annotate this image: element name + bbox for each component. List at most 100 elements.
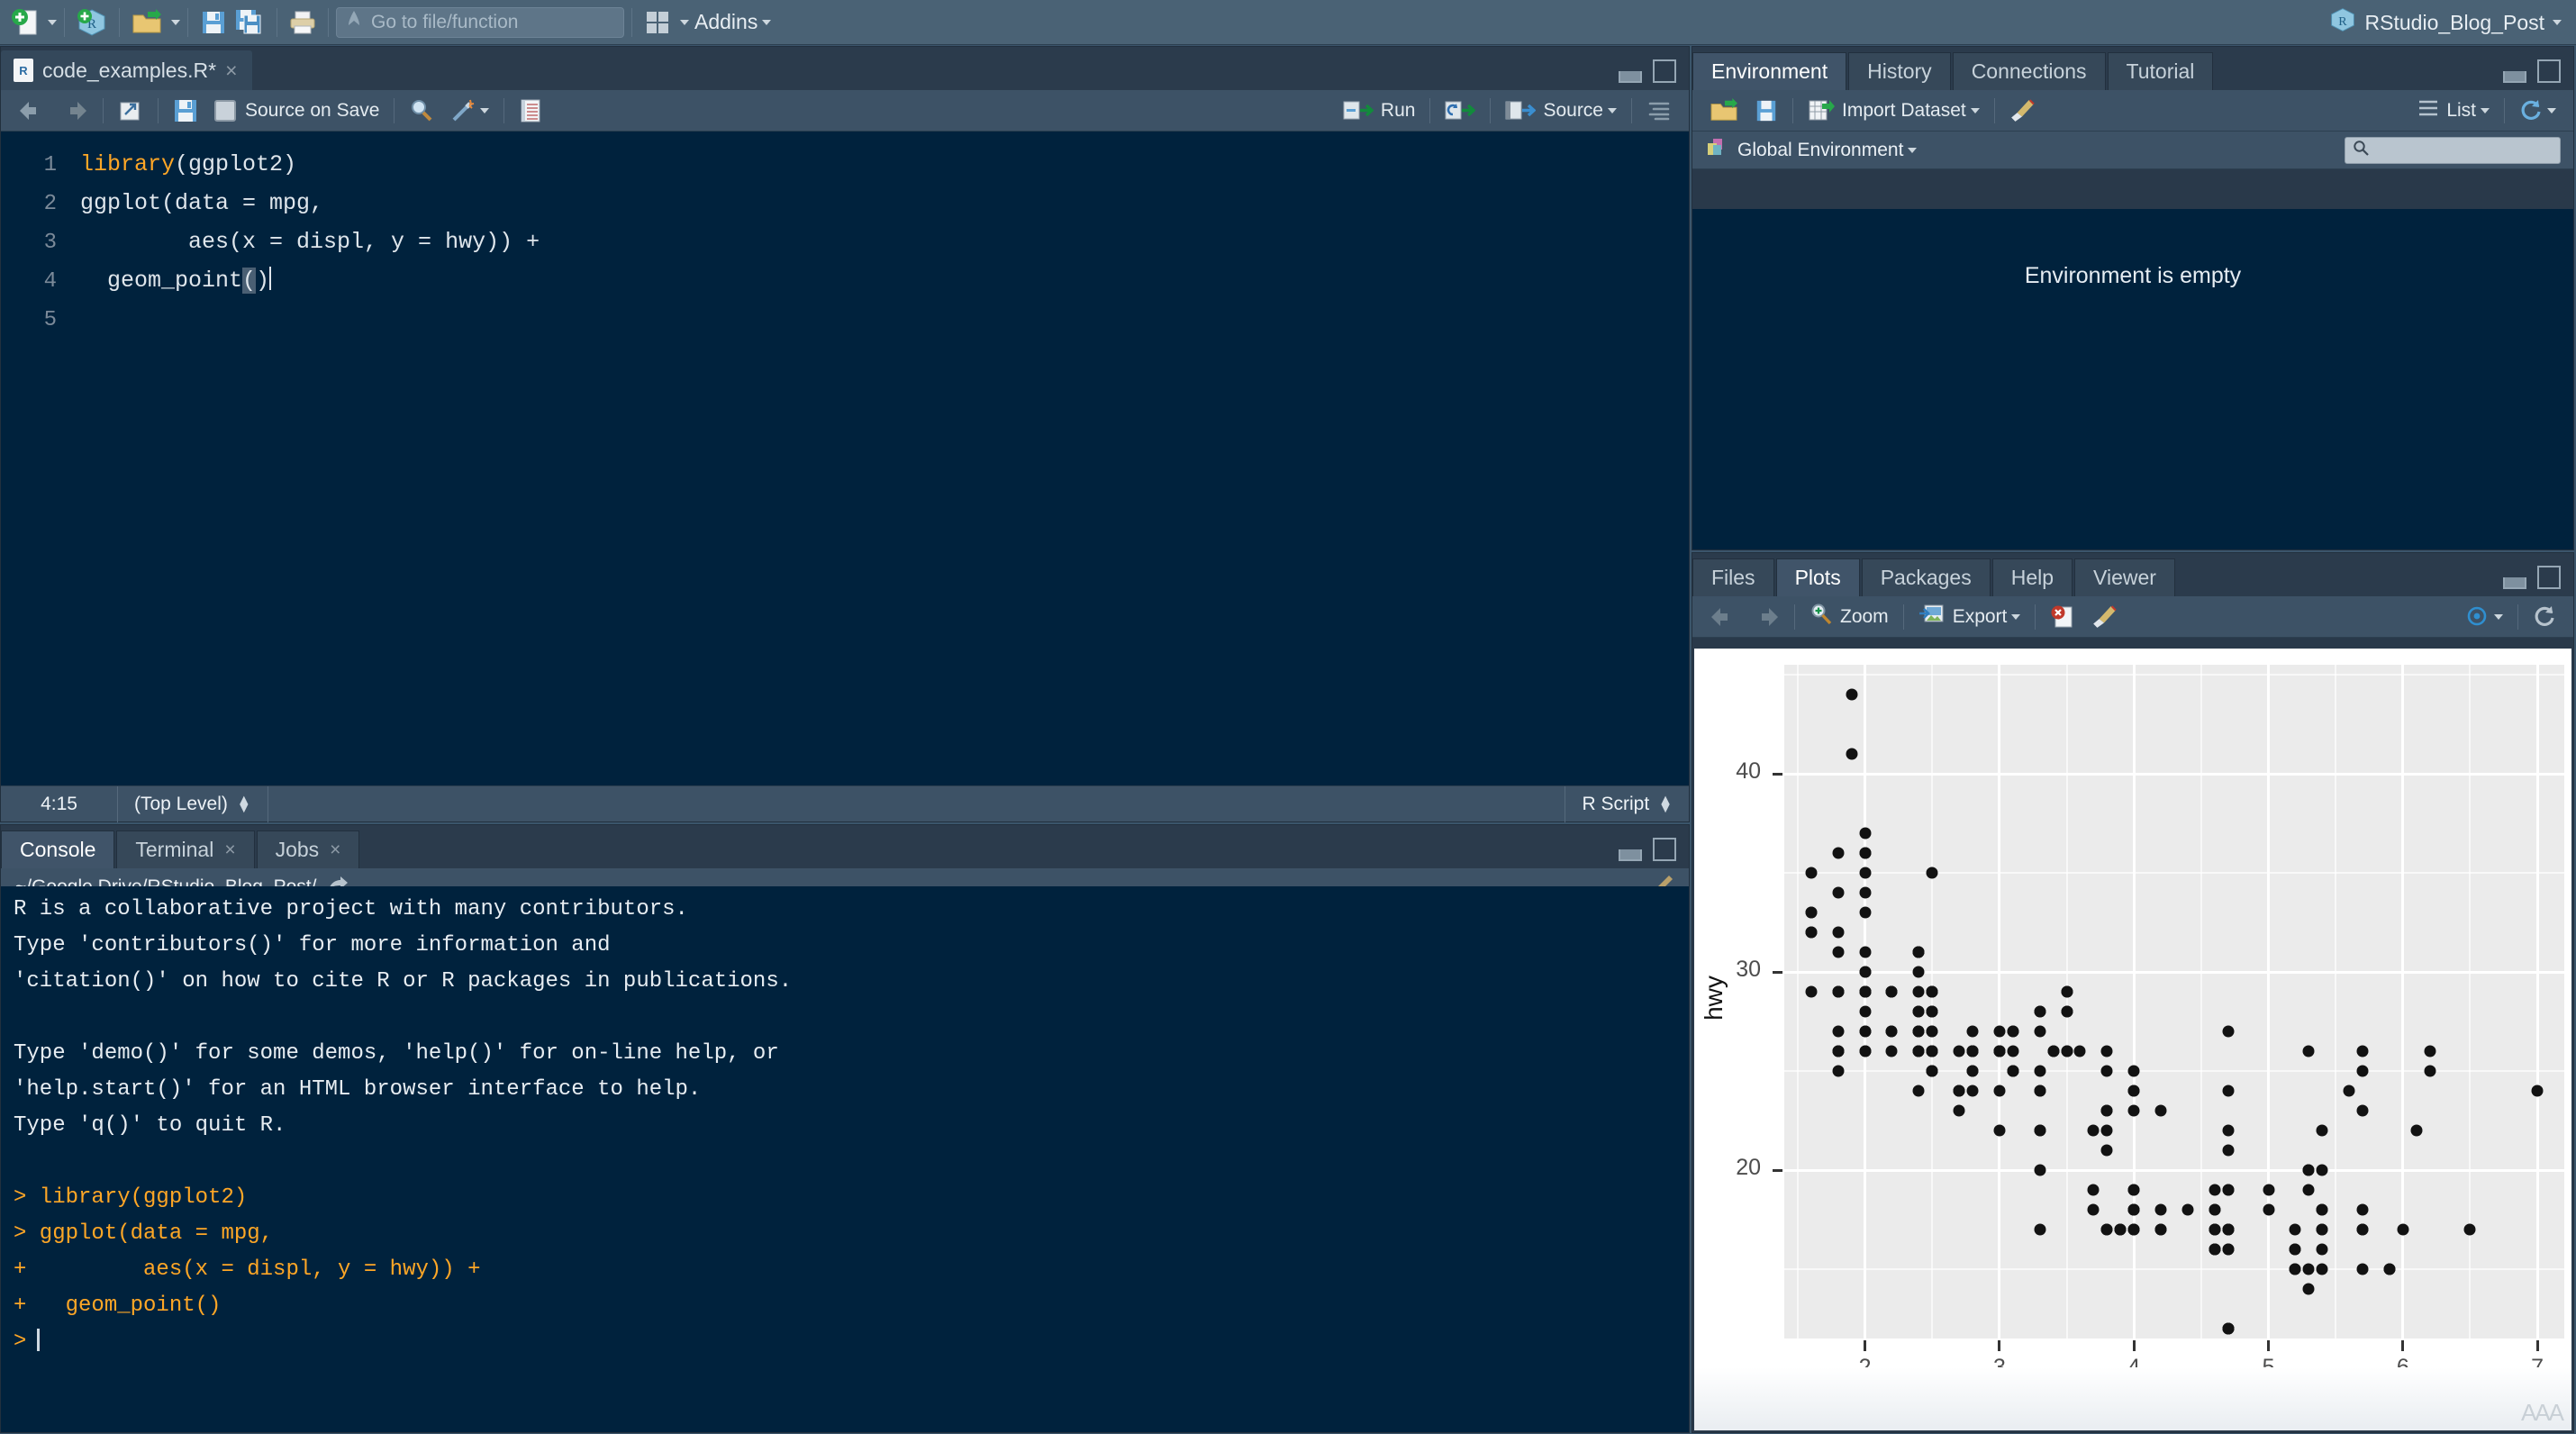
- addins-caret-icon: [762, 19, 772, 25]
- scatter-point: [2302, 1164, 2315, 1176]
- publish-button[interactable]: [2456, 600, 2511, 634]
- console-output[interactable]: R is a collaborative project with many c…: [1, 886, 1689, 1432]
- scatter-point: [2222, 1144, 2235, 1157]
- new-file-button[interactable]: [7, 5, 43, 41]
- save-workspace-button[interactable]: [1746, 94, 1786, 128]
- scatter-point: [1859, 906, 1872, 919]
- scatter-point: [2410, 1124, 2423, 1137]
- code-tools-button[interactable]: [442, 94, 497, 128]
- source-button[interactable]: Source: [1497, 94, 1625, 128]
- pane-layout-caret-icon[interactable]: [680, 19, 689, 25]
- run-button[interactable]: Run: [1335, 94, 1424, 128]
- addins-label: Addins: [694, 10, 758, 33]
- plot-canvas[interactable]: 203040234567displhwy AAA: [1694, 649, 2571, 1430]
- minimize-icon[interactable]: [2503, 71, 2526, 83]
- print-button[interactable]: [285, 5, 321, 41]
- line-number: 1: [43, 153, 57, 177]
- tab-history[interactable]: History: [1848, 52, 1951, 90]
- source-on-save-checkbox[interactable]: Source on Save: [206, 94, 387, 128]
- clear-workspace-button[interactable]: [2001, 94, 2043, 128]
- tab-environment[interactable]: Environment: [1692, 52, 1847, 90]
- scatter-point: [2222, 1223, 2235, 1236]
- export-image-icon: [1918, 603, 1946, 631]
- tab-jobs[interactable]: Jobs ×: [256, 830, 360, 868]
- refresh-button[interactable]: [2511, 94, 2564, 128]
- scatter-point: [2289, 1223, 2301, 1236]
- remove-plot-button[interactable]: [2042, 600, 2083, 634]
- zoom-plot-button[interactable]: Zoom: [1801, 600, 1897, 634]
- save-button[interactable]: [195, 5, 231, 41]
- goto-file-function-input[interactable]: Go to file/function: [336, 6, 624, 38]
- source-tab-label: code_examples.R*: [42, 58, 217, 82]
- tab-viewer[interactable]: Viewer: [2074, 558, 2175, 596]
- minimize-icon[interactable]: [2503, 577, 2526, 589]
- pane-layout-button[interactable]: [639, 5, 676, 41]
- tab-help[interactable]: Help: [1991, 558, 2073, 596]
- code-token: ggplot(data = mpg,: [80, 190, 324, 216]
- find-replace-button[interactable]: [401, 94, 442, 128]
- minimize-icon[interactable]: [1619, 71, 1642, 83]
- export-plot-button[interactable]: Export: [1910, 600, 2029, 634]
- save-button[interactable]: [165, 94, 206, 128]
- view-mode-button[interactable]: List: [2409, 94, 2498, 128]
- scatter-point: [2087, 1124, 2100, 1137]
- scatter-point: [1953, 1045, 1965, 1057]
- code-token: geom_point: [80, 268, 243, 294]
- tab-label: History: [1867, 59, 1932, 83]
- maximize-icon[interactable]: [1653, 59, 1676, 83]
- scope-selector[interactable]: (Top Level) ▲ ▼: [118, 785, 268, 822]
- resize-grip-icon[interactable]: [1655, 1400, 1680, 1425]
- clear-all-plots-button[interactable]: [2083, 600, 2125, 634]
- tab-connections[interactable]: Connections: [1952, 52, 2106, 90]
- scatter-point: [2222, 1184, 2235, 1196]
- show-in-new-window-button[interactable]: [110, 94, 151, 128]
- close-icon[interactable]: ×: [330, 840, 340, 861]
- line-number: 4: [43, 269, 57, 294]
- plots-toolbar: Zoom Export: [1692, 596, 2573, 638]
- import-dataset-button[interactable]: Import Dataset: [1800, 94, 1988, 128]
- new-project-button[interactable]: R: [72, 5, 112, 41]
- next-plot-button[interactable]: [1745, 600, 1788, 634]
- open-file-button[interactable]: [127, 5, 167, 41]
- rerun-button[interactable]: [1437, 94, 1483, 128]
- tab-label: Tutorial: [2126, 59, 2195, 83]
- console-input-line: > ggplot(data = mpg,: [14, 1221, 274, 1246]
- close-icon[interactable]: ×: [225, 59, 237, 83]
- scatter-point: [1859, 867, 1872, 879]
- scatter-point: [2034, 1005, 2046, 1018]
- close-icon[interactable]: ×: [224, 840, 235, 861]
- save-all-button[interactable]: [231, 5, 269, 41]
- maximize-icon[interactable]: [2537, 566, 2561, 589]
- tab-terminal[interactable]: Terminal ×: [116, 830, 255, 868]
- project-selector[interactable]: R RStudio_Blog_Post: [2329, 0, 2562, 45]
- compile-report-button[interactable]: [511, 94, 550, 128]
- minimize-icon[interactable]: [1619, 849, 1642, 861]
- tab-files[interactable]: Files: [1692, 558, 1774, 596]
- addins-button[interactable]: Addins: [694, 10, 772, 34]
- environment-scope-bar: Global Environment: [1692, 132, 2573, 169]
- code-editor[interactable]: 1 library(ggplot2) 2 ggplot(data = mpg, 3 ae…: [1, 132, 1689, 785]
- document-outline-button[interactable]: [1638, 94, 1680, 128]
- load-workspace-button[interactable]: [1701, 94, 1746, 128]
- forward-button[interactable]: [53, 94, 96, 128]
- refresh-plot-button[interactable]: [2525, 600, 2564, 634]
- maximize-icon[interactable]: [2537, 59, 2561, 83]
- source-label: Source: [1543, 99, 1603, 121]
- open-file-caret-icon[interactable]: [171, 19, 180, 25]
- previous-plot-button[interactable]: [1701, 600, 1745, 634]
- source-tab-code-examples[interactable]: R code_examples.R* ×: [1, 50, 252, 90]
- tab-packages[interactable]: Packages: [1861, 558, 1991, 596]
- environment-window-controls: [2503, 59, 2561, 83]
- environment-search-input[interactable]: [2345, 136, 2561, 164]
- environment-empty-message: Environment is empty: [2024, 263, 2242, 288]
- tab-console[interactable]: Console: [1, 830, 115, 868]
- grid-line-minor-x: [2200, 665, 2202, 1339]
- back-button[interactable]: [10, 94, 53, 128]
- maximize-icon[interactable]: [1653, 838, 1676, 861]
- import-dataset-label: Import Dataset: [1842, 99, 1966, 121]
- file-type-selector[interactable]: R Script ▲ ▼: [1565, 785, 1689, 822]
- new-file-caret-icon[interactable]: [48, 19, 57, 25]
- grid-line-major-x: [2535, 665, 2539, 1339]
- tab-tutorial[interactable]: Tutorial: [2107, 52, 2214, 90]
- tab-plots[interactable]: Plots: [1775, 558, 1860, 596]
